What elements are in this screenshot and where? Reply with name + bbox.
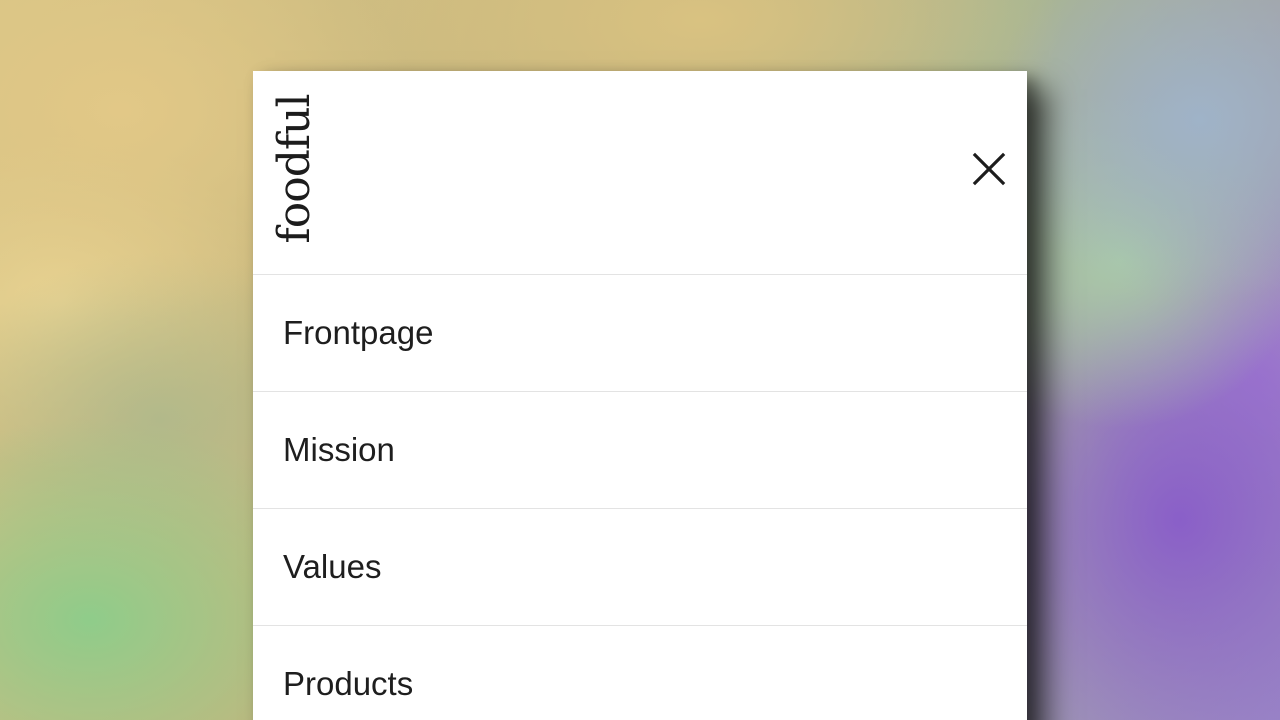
navigation-menu-panel: foodful Frontpage Mission Values Product… (253, 71, 1027, 720)
menu-item-values[interactable]: Values (253, 509, 1027, 626)
menu-item-label: Frontpage (283, 314, 434, 351)
logo-text: foodful (269, 94, 320, 244)
close-icon (972, 152, 1006, 186)
brand-logo[interactable]: foodful (269, 93, 320, 245)
menu-item-label: Values (283, 548, 382, 585)
menu-header: foodful (253, 71, 1027, 275)
menu-item-frontpage[interactable]: Frontpage (253, 275, 1027, 392)
menu-item-mission[interactable]: Mission (253, 392, 1027, 509)
close-button[interactable] (969, 149, 1009, 189)
menu-item-label: Mission (283, 431, 395, 468)
menu-item-products[interactable]: Products (253, 626, 1027, 720)
menu-item-label: Products (283, 665, 414, 702)
